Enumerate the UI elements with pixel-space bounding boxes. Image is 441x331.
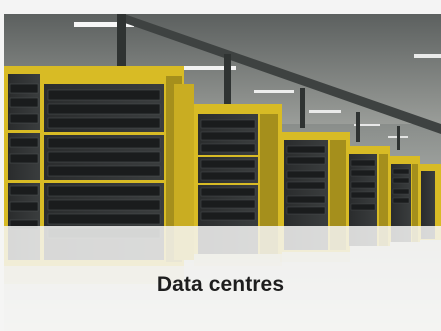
card-caption[interactable]: Data centres — [157, 273, 284, 297]
caption-band: Data centres — [0, 226, 441, 331]
category-card[interactable]: Data centres — [0, 0, 441, 331]
